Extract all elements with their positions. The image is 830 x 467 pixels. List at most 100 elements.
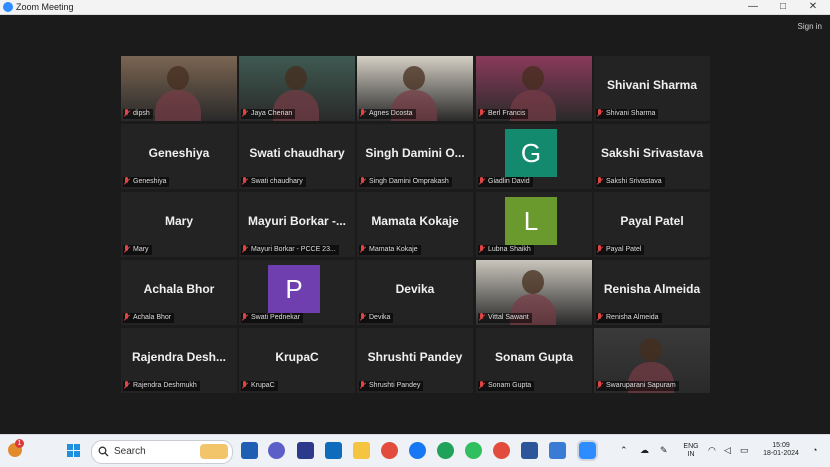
muted-mic-icon — [478, 245, 485, 253]
volume-icon[interactable]: ◁ — [724, 446, 731, 455]
participant-name-label: Singh Damini Omprakash — [359, 177, 452, 187]
chrome-profile-icon[interactable] — [493, 442, 510, 459]
chrome-icon[interactable] — [381, 442, 398, 459]
clock[interactable]: 15:09 18-01-2024 — [758, 442, 804, 458]
participant-tile[interactable]: Swaruparani Sapuram — [594, 328, 710, 393]
participant-tile[interactable]: P Swati Pednekar — [239, 260, 355, 325]
participant-tile[interactable]: Sonam Gupta Sonam Gupta — [476, 328, 592, 393]
participant-name-text: Rajendra Deshmukh — [133, 382, 197, 389]
participant-tile[interactable]: Devika Devika — [357, 260, 473, 325]
participant-name-text: Achala Bhor — [133, 314, 172, 321]
muted-mic-icon — [241, 313, 248, 321]
battery-icon[interactable]: ▭ — [740, 446, 749, 455]
participant-tile[interactable]: Agnes Dcosta — [357, 56, 473, 121]
participant-tile[interactable]: Achala Bhor Achala Bhor — [121, 260, 237, 325]
muted-mic-icon — [123, 109, 130, 117]
participant-name-text: Vittal Sawant — [488, 314, 529, 321]
avatar: P — [268, 265, 320, 313]
participant-tile[interactable]: Geneshiya Geneshiya — [121, 124, 237, 189]
word-icon[interactable] — [521, 442, 538, 459]
participant-name-label: dipsh — [123, 109, 153, 119]
participant-tile[interactable]: dipsh — [121, 56, 237, 121]
search-input[interactable]: Search — [91, 440, 233, 464]
participant-tile[interactable]: Berl Francis — [476, 56, 592, 121]
participant-tile[interactable]: Jaya Cherian — [239, 56, 355, 121]
participant-display-name: Geneshiya — [148, 146, 210, 160]
notification-badge: 1 — [15, 439, 24, 448]
participant-tile[interactable]: Mary Mary — [121, 192, 237, 257]
participant-tile[interactable]: Renisha Almeida Renisha Almeida — [594, 260, 710, 325]
pen-icon[interactable]: ✎ — [660, 446, 668, 455]
participant-tile[interactable]: Shrushti Pandey Shrushti Pandey — [357, 328, 473, 393]
close-button[interactable]: ✕ — [798, 0, 828, 14]
person-silhouette — [403, 66, 425, 90]
person-silhouette — [285, 66, 307, 90]
participant-name-label: Mary — [123, 245, 152, 255]
participant-tile[interactable]: Payal Patel Payal Patel — [594, 192, 710, 257]
whatsapp-icon[interactable] — [465, 442, 482, 459]
participant-tile[interactable]: Mamata Kokaje Mamata Kokaje — [357, 192, 473, 257]
muted-mic-icon — [241, 245, 248, 253]
mail-icon[interactable] — [325, 442, 342, 459]
sign-in-link[interactable]: Sign in — [798, 22, 822, 31]
notifications-icon[interactable]: ◔ — [812, 446, 817, 455]
wifi-icon[interactable]: ◠ — [708, 446, 716, 455]
chevron-up-icon[interactable]: ⌃ — [620, 446, 628, 455]
language-indicator[interactable]: ENG IN — [682, 443, 700, 459]
taskbar: 1 Search ⌃ ☁ ✎ ENG IN ◠ ◁ ▭ 15:09 18-01-… — [0, 434, 830, 467]
search-icon — [98, 446, 109, 457]
muted-mic-icon — [123, 177, 130, 185]
muted-mic-icon — [241, 109, 248, 117]
participant-tile[interactable]: Sakshi Srivastava Sakshi Srivastava — [594, 124, 710, 189]
participant-display-name: Mamata Kokaje — [371, 214, 459, 228]
participant-display-name: Sakshi Srivastava — [600, 146, 704, 160]
participant-display-name: Payal Patel — [620, 214, 684, 228]
avatar: G — [505, 129, 557, 177]
participant-name-label: Geneshiya — [123, 177, 170, 187]
maximize-button[interactable]: □ — [768, 0, 798, 14]
muted-mic-icon — [359, 245, 366, 253]
participant-name-label: Renisha Almeida — [596, 313, 662, 323]
participant-display-name: Devika — [395, 282, 435, 296]
task-view-icon[interactable] — [241, 442, 258, 459]
participant-display-name: Mary — [164, 214, 193, 228]
participant-tile[interactable]: Rajendra Desh... Rajendra Deshmukh — [121, 328, 237, 393]
time-label: 15:09 — [772, 442, 790, 449]
minimize-button[interactable]: — — [738, 0, 768, 14]
edge-icon[interactable] — [437, 442, 454, 459]
windows-start-icon[interactable] — [67, 444, 81, 458]
photos-icon[interactable] — [549, 442, 566, 459]
participant-name-label: Vittal Sawant — [478, 313, 532, 323]
participant-display-name: Swati chaudhary — [249, 146, 345, 160]
participant-tile[interactable]: Swati chaudhary Swati chaudhary — [239, 124, 355, 189]
facebook-icon[interactable] — [409, 442, 426, 459]
participant-name-label: Shivani Sharma — [596, 109, 659, 119]
muted-mic-icon — [478, 177, 485, 185]
muted-mic-icon — [596, 109, 603, 117]
participant-name-text: Sonam Gupta — [488, 382, 532, 389]
participant-display-name: Mayuri Borkar -... — [247, 214, 347, 228]
teams-chat-icon[interactable] — [268, 442, 285, 459]
participant-tile[interactable]: Singh Damini O... Singh Damini Omprakash — [357, 124, 473, 189]
participant-tile[interactable]: G Giadlin David — [476, 124, 592, 189]
file-explorer-icon[interactable] — [353, 442, 370, 459]
person-silhouette — [522, 270, 544, 294]
participant-tile[interactable]: L Lubna Shaikh — [476, 192, 592, 257]
date-label: 18-01-2024 — [763, 450, 799, 457]
zoom-taskbar-icon[interactable] — [579, 442, 596, 459]
cloud-icon[interactable]: ☁ — [640, 446, 649, 455]
participant-name-text: Shrushti Pandey — [369, 382, 421, 389]
meet-icon[interactable] — [297, 442, 314, 459]
participant-tile[interactable]: KrupaC KrupaC — [239, 328, 355, 393]
participant-name-label: Devika — [359, 313, 394, 323]
muted-mic-icon — [359, 177, 366, 185]
participant-display-name: Achala Bhor — [143, 282, 215, 296]
participant-name-label: Sakshi Srivastava — [596, 177, 665, 187]
participant-tile[interactable]: Mayuri Borkar -... Mayuri Borkar - PCCE 2… — [239, 192, 355, 257]
participant-tile[interactable]: Shivani Sharma Shivani Sharma — [594, 56, 710, 121]
participant-display-name: Renisha Almeida — [603, 282, 701, 296]
avatar: L — [505, 197, 557, 245]
participant-name-label: Swati chaudhary — [241, 177, 306, 187]
participant-name-text: dipsh — [133, 110, 150, 117]
participant-tile[interactable]: Vittal Sawant — [476, 260, 592, 325]
